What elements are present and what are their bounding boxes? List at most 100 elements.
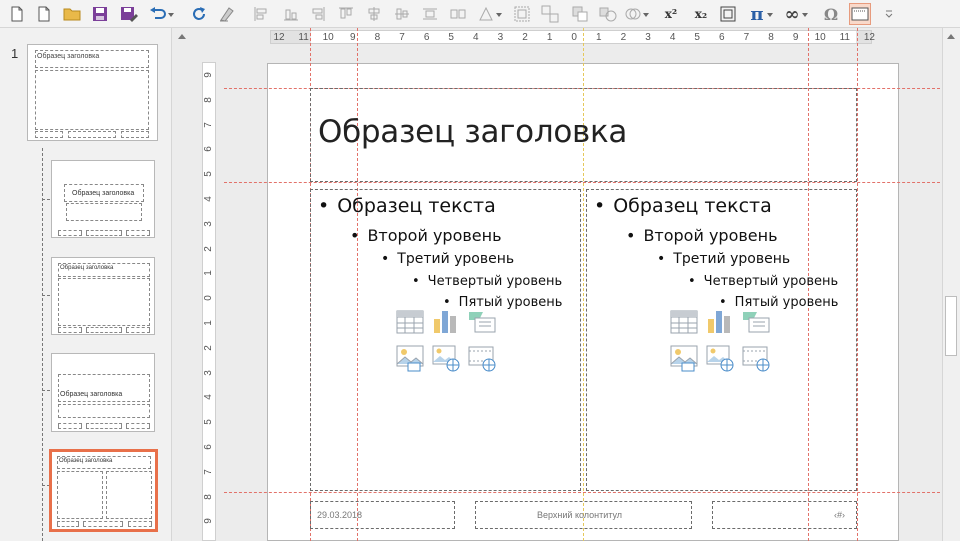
footer-date: 29.03.2018: [317, 510, 363, 520]
thumb-footer: [126, 230, 150, 236]
ruler-tick-label: 1: [203, 320, 214, 326]
infinity-icon[interactable]: ∞: [781, 3, 808, 25]
save-icon[interactable]: [89, 3, 111, 25]
group-icon[interactable]: [511, 3, 533, 25]
ruler-tick-label: 4: [203, 196, 214, 202]
footer-text: Верхний колонтитул: [537, 510, 623, 520]
equation-icon[interactable]: π: [746, 3, 773, 25]
insert-picture-icon[interactable]: [395, 343, 425, 373]
align-middle-objects-icon[interactable]: [391, 3, 413, 25]
horizontal-ruler[interactable]: 12 11 10 9 8 7 6 5 4 3 2 1 0 1 2 3 4 5 6 7 8 9 10 11 12: [270, 28, 875, 46]
insert-table-icon[interactable]: [669, 307, 699, 337]
crop-icon[interactable]: [717, 3, 739, 25]
bullet-level-2[interactable]: • Второй уровень: [626, 226, 778, 245]
bullet-text: Второй уровень: [367, 226, 502, 245]
insert-chart-icon[interactable]: [705, 307, 735, 337]
ruler-tick-label: 2: [203, 345, 214, 351]
redo-icon[interactable]: [188, 3, 210, 25]
superscript-icon[interactable]: x²: [660, 3, 682, 25]
scrollbar-thumb[interactable]: [945, 296, 957, 356]
ruler-tick-label: 1: [203, 270, 214, 277]
new-document-icon[interactable]: [6, 3, 28, 25]
insert-table-icon[interactable]: [395, 307, 425, 337]
bullet-dot: •: [688, 274, 696, 289]
sidebar-scrollbar[interactable]: [171, 28, 192, 541]
thumbnail-layout-title[interactable]: Образец заголовка: [51, 160, 155, 238]
align-top-objects-icon[interactable]: [335, 3, 357, 25]
insert-chart-icon[interactable]: [431, 307, 461, 337]
footer-page-number: ‹#›: [834, 510, 845, 520]
tree-branch: [42, 390, 50, 391]
guide-horizontal[interactable]: [224, 182, 940, 183]
bullet-level-3[interactable]: • Третий уровень: [657, 251, 790, 267]
thumb-footer: [83, 521, 123, 527]
bullet-level-1[interactable]: • Образец текста: [594, 195, 772, 217]
scroll-up-icon[interactable]: [178, 34, 186, 39]
open-folder-icon[interactable]: [61, 3, 83, 25]
bullet-level-2[interactable]: • Второй уровень: [350, 226, 502, 245]
insert-online-picture-icon[interactable]: [431, 343, 461, 373]
ruler-tick-label: 3: [203, 221, 214, 227]
thumbnail-layout-two-content[interactable]: Образец заголовка: [49, 449, 158, 532]
vertical-ruler[interactable]: 9 8 7 6 5 4 3 2 1 0 1 2 3 4 5 6 7 8 9: [201, 62, 217, 541]
thumbnail-master[interactable]: Образец заголовка: [27, 44, 158, 141]
clear-formatting-icon[interactable]: [216, 3, 238, 25]
insert-online-picture-icon[interactable]: [705, 343, 735, 373]
subscript-icon[interactable]: x₂: [690, 3, 712, 25]
more-icon[interactable]: [878, 3, 900, 25]
scroll-up-icon[interactable]: [947, 34, 955, 39]
thumb-body-placeholder: [35, 70, 149, 130]
bullet-level-5[interactable]: • Пятый уровень: [719, 295, 838, 310]
bullet-text: Образец текста: [337, 195, 496, 217]
ruler-tick-label: 12: [273, 32, 285, 43]
symbol-icon[interactable]: Ω: [820, 3, 842, 25]
slide-title[interactable]: Образец заголовка: [318, 114, 627, 150]
distribute-horizontal-icon[interactable]: [419, 3, 441, 25]
insert-video-icon[interactable]: [467, 343, 497, 373]
bullet-level-1[interactable]: • Образец текста: [318, 195, 496, 217]
ruler-tick-label: 9: [792, 32, 799, 43]
insert-picture-icon[interactable]: [669, 343, 699, 373]
guide-horizontal[interactable]: [224, 492, 940, 493]
bring-forward-icon[interactable]: [569, 3, 591, 25]
slide-number: 1: [11, 46, 19, 61]
thumb-title: Образец заголовка: [37, 53, 100, 60]
arrange-icon[interactable]: [597, 3, 619, 25]
new-blank-icon[interactable]: [33, 3, 55, 25]
insert-video-icon[interactable]: [741, 343, 771, 373]
bullet-dot: •: [381, 251, 390, 267]
ruler-tick-label: 3: [203, 369, 214, 376]
guide-vertical[interactable]: [857, 28, 858, 541]
slide-master-icon[interactable]: [849, 3, 871, 25]
thumb-footer: [35, 131, 63, 138]
insert-smartart-icon[interactable]: [467, 307, 497, 337]
ruler-tick-label: 8: [768, 32, 774, 43]
align-bottom-objects-icon[interactable]: [280, 3, 302, 25]
app-window: x² x₂ π ∞ Ω 1 Образец заголовка Образец …: [0, 0, 960, 541]
thumb-footer: [126, 327, 150, 333]
thumbnail-layout-content[interactable]: Образец заголовка: [51, 257, 155, 335]
bullet-text: Образец текста: [613, 195, 772, 217]
thumb-footer: [58, 327, 82, 333]
bullet-level-3[interactable]: • Третий уровень: [381, 251, 514, 267]
thumb-body-placeholder: [58, 278, 150, 326]
bullet-level-4[interactable]: • Четвертый уровень: [688, 274, 838, 289]
save-as-icon[interactable]: [118, 3, 140, 25]
ruler-tick-label: 8: [203, 493, 214, 500]
thumbnail-layout-section[interactable]: Образец заголовка: [51, 353, 155, 432]
slides-panel: 1 Образец заголовка Образец заголовка Об…: [0, 28, 192, 541]
shapes-icon[interactable]: [447, 3, 469, 25]
ungroup-icon[interactable]: [539, 3, 561, 25]
insert-shape-icon[interactable]: [475, 3, 502, 25]
ruler-tick-label: 1: [546, 32, 553, 43]
merge-shapes-icon[interactable]: [622, 3, 649, 25]
ruler-tick-label: 4: [669, 32, 676, 43]
align-left-objects-icon[interactable]: [250, 3, 272, 25]
vertical-scrollbar[interactable]: [942, 28, 960, 541]
align-center-objects-icon[interactable]: [363, 3, 385, 25]
undo-icon[interactable]: [147, 3, 174, 25]
insert-smartart-icon[interactable]: [741, 307, 771, 337]
align-right-objects-icon[interactable]: [307, 3, 329, 25]
bullet-level-4[interactable]: • Четвертый уровень: [412, 274, 562, 289]
bullet-text: Четвертый уровень: [703, 274, 839, 289]
